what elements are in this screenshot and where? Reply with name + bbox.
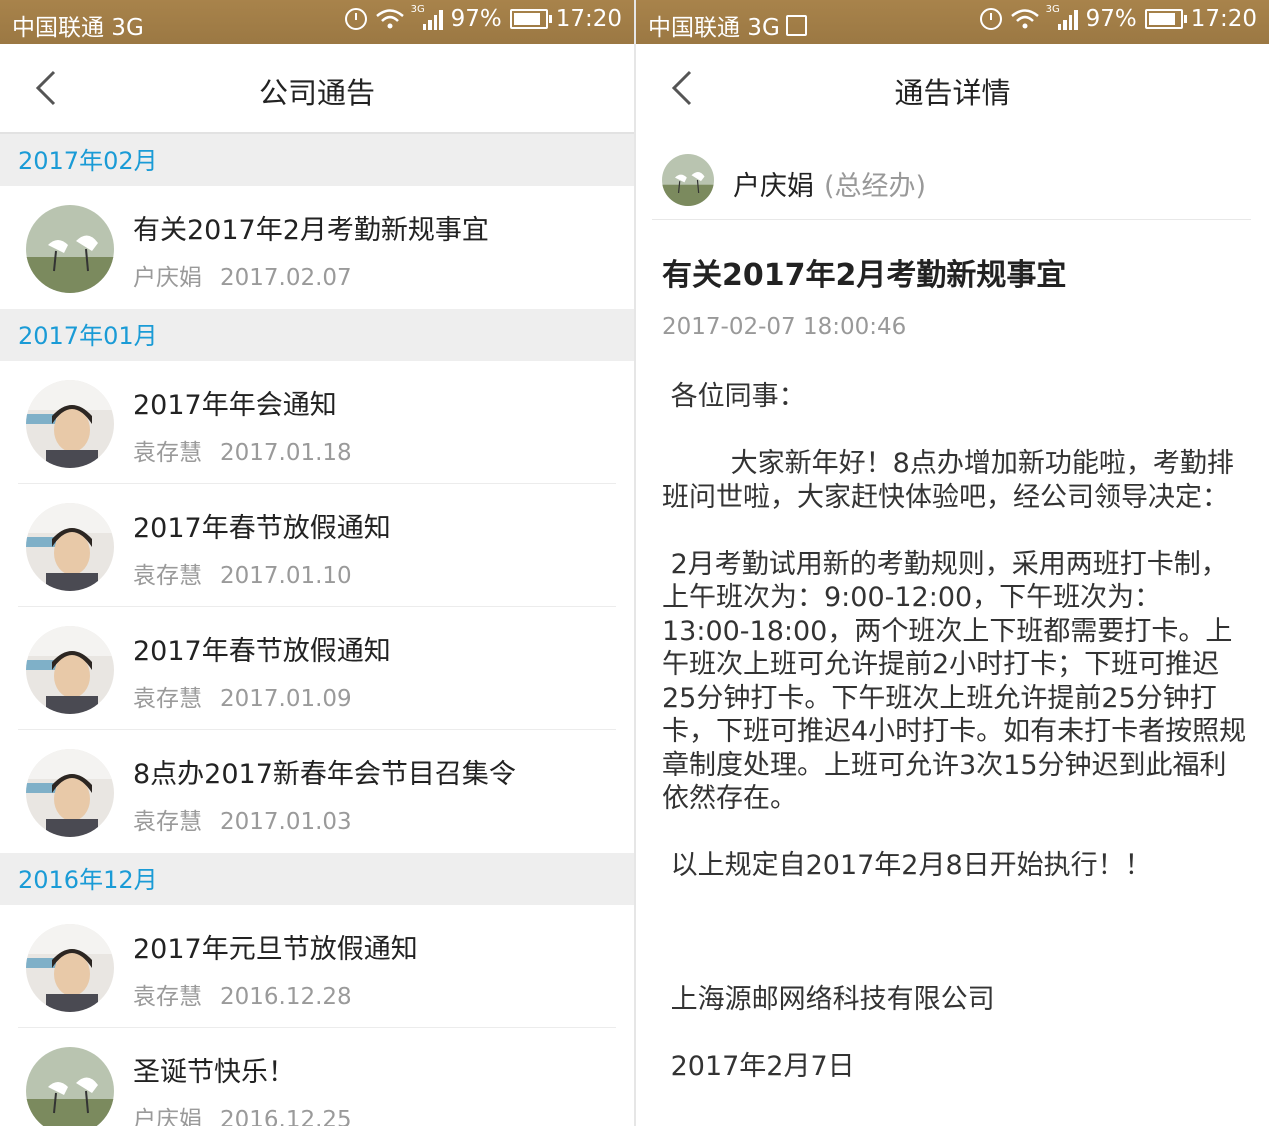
nav-bar: 公司通告 [0,44,634,134]
item-title: 8点办2017新春年会节目召集令 [133,759,516,790]
item-date: 2016.12.25 [220,1107,352,1126]
status-bar: 中国联通 3G 3G 97% 17:20 [0,0,634,44]
avatar [26,380,114,468]
list-item[interactable]: 有关2017年2月考勤新规事宜户庆娟 2017.02.07 [0,186,634,309]
avatar [26,924,114,1012]
list-item[interactable]: 2017年年会通知袁存慧 2017.01.18 [0,361,634,484]
battery-icon [1144,9,1187,29]
list-item[interactable]: 8点办2017新春年会节目召集令袁存慧 2017.01.03 [0,730,634,853]
item-author: 袁存慧 [133,984,202,1010]
carrier-label: 中国联通 3G [648,15,780,41]
page-title: 通告详情 [894,76,1011,110]
clock: 17:20 [555,6,622,32]
item-date: 2017.01.18 [220,440,352,466]
item-date: 2017.01.10 [220,563,352,589]
item-date: 2017.01.03 [220,809,352,835]
clock: 17:20 [1190,6,1257,32]
status-bar: 中国联通 3G 3G 97% 17:20 [636,0,1269,44]
network-type-label: 3G [410,4,425,15]
announcement-list: 2017年02月有关2017年2月考勤新规事宜户庆娟 2017.02.07 2017… [0,134,634,1126]
avatar [26,626,114,714]
list-item[interactable]: 2017年春节放假通知袁存慧 2017.01.09 [0,607,634,730]
avatar [26,503,114,591]
item-author: 袁存慧 [133,440,202,466]
item-date: 2017.02.07 [220,265,352,291]
nav-bar: 通告详情 [636,44,1269,132]
avatar [662,154,714,206]
announcement-body: 各位同事： 大家新年好！8点办增加新功能啦，考勤排班问世啦，大家赶快体验吧，经公… [662,381,1247,1082]
item-title: 2017年年会通知 [133,390,337,421]
announcement-title: 有关2017年2月考勤新规事宜 [662,258,1067,293]
wifi-icon [1010,8,1040,30]
avatar [26,1047,114,1126]
signal-icon: 3G [1046,4,1078,30]
item-date: 2017.01.09 [220,686,352,712]
item-author: 户庆娟 [133,1107,202,1126]
announcement-timestamp: 2017-02-07 18:00:46 [662,314,907,340]
item-title: 2017年元旦节放假通知 [133,934,418,965]
author-name: 户庆娟 [733,171,814,202]
battery-icon [509,9,552,29]
announcement-list-screen: 中国联通 3G 3G 97% 17:20 公司通告 2017年02月 有关2017… [0,0,634,1126]
item-author: 袁存慧 [133,563,202,589]
author-department: (总经办) [824,171,927,202]
author-row: 户庆娟 (总经办) [636,132,1269,220]
divider [652,219,1251,220]
wifi-icon [375,8,405,30]
avatar [26,749,114,837]
item-title: 有关2017年2月考勤新规事宜 [133,215,489,246]
signal-icon: 3G [411,4,443,30]
list-item[interactable]: 2017年春节放假通知袁存慧 2017.01.10 [0,484,634,607]
avatar [26,205,114,293]
alarm-icon [979,8,1002,30]
item-author: 袁存慧 [133,686,202,712]
list-item[interactable]: 圣诞节快乐！ 户庆娟 2016.12.25 [0,1028,634,1126]
network-type-label: 3G [1045,4,1060,15]
item-author: 袁存慧 [133,809,202,835]
section-header: 2016年12月 [0,853,634,905]
item-author: 户庆娟 [133,265,202,291]
gallery-notification-icon [785,15,807,36]
battery-percent: 97% [1085,6,1137,32]
item-title: 2017年春节放假通知 [133,636,391,667]
item-title: 2017年春节放假通知 [133,513,391,544]
page-title: 公司通告 [258,76,375,110]
battery-percent: 97% [450,6,502,32]
section-header: 2017年01月 [0,309,634,361]
list-item[interactable]: 2017年元旦节放假通知袁存慧 2016.12.28 [0,905,634,1028]
item-date: 2016.12.28 [220,984,352,1010]
announcement-detail-screen: 中国联通 3G 3G 97% 17:20 通告详情 户庆娟 (总经办) 有关20… [636,0,1269,1126]
alarm-icon [344,8,367,30]
section-header: 2017年02月 [0,134,634,186]
carrier-label: 中国联通 3G [12,15,144,41]
item-title: 圣诞节快乐！ [133,1057,295,1088]
